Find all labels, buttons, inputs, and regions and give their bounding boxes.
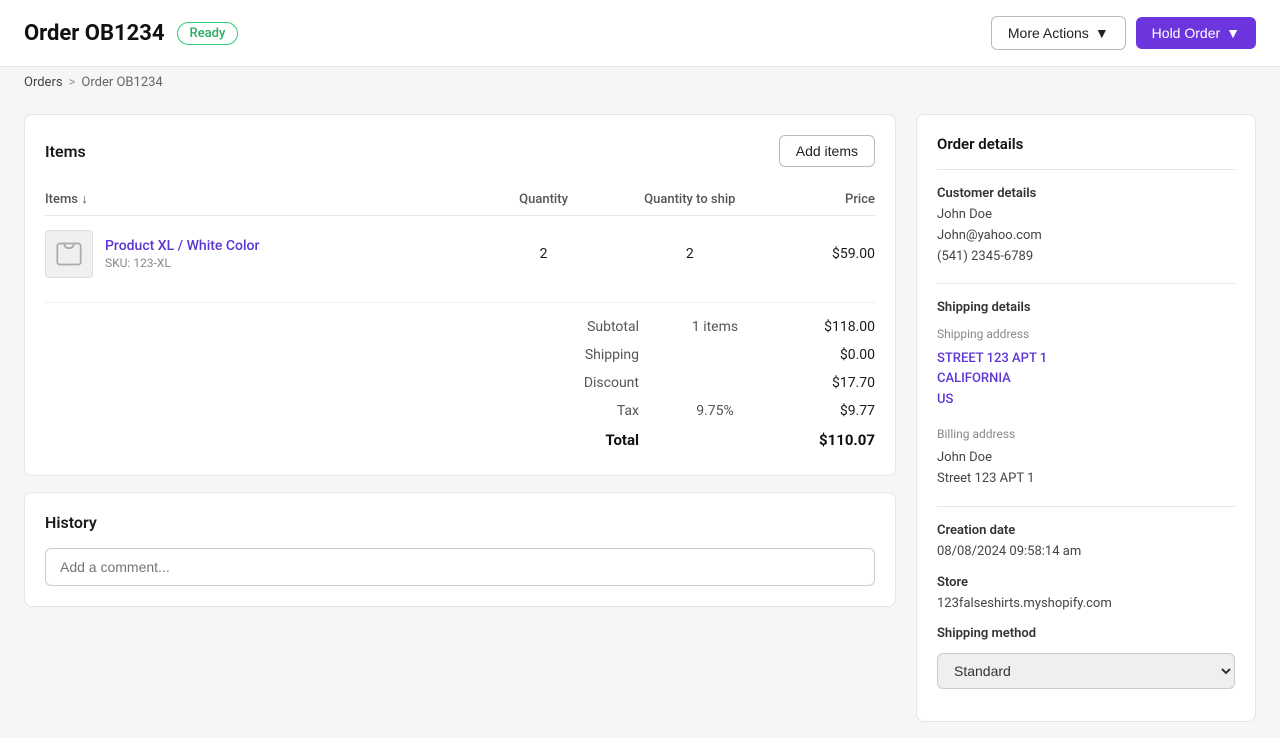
shipping-method-group: Shipping method Standard Express — [937, 626, 1235, 689]
billing-name: John Doe — [937, 448, 1235, 469]
shipping-label: Shipping — [495, 347, 655, 363]
discount-middle — [655, 375, 775, 391]
billing-address-group: Billing address John Doe Street 123 APT … — [937, 425, 1235, 490]
product-quantity-to-ship: 2 — [594, 216, 785, 293]
total-value: $110.07 — [775, 431, 875, 449]
totals-section: Subtotal 1 items $118.00 Shipping $0.00 … — [45, 302, 875, 455]
breadcrumb-current: Order OB1234 — [81, 75, 162, 90]
tax-row: Tax 9.75% $9.77 — [45, 397, 875, 425]
items-card-title: Items — [45, 142, 86, 161]
customer-details-title: Customer details — [937, 186, 1235, 201]
store-group: Store 123falseshirts.myshopify.com — [937, 575, 1235, 615]
left-panel: Items Add items Items ↓ Quantity Quantit… — [24, 114, 896, 722]
subtotal-label: Subtotal — [495, 319, 655, 335]
tax-label: Tax — [495, 403, 655, 419]
shipping-address-label: Shipping address — [937, 325, 1235, 344]
product-sku: SKU: 123-XL — [105, 256, 259, 270]
history-title: History — [45, 513, 875, 532]
col-quantity: Quantity — [493, 183, 595, 216]
subtotal-qty: 1 items — [655, 319, 775, 335]
discount-value: $17.70 — [775, 375, 875, 391]
store-label: Store — [937, 575, 1235, 590]
subtotal-value: $118.00 — [775, 319, 875, 335]
subtotal-row: Subtotal 1 items $118.00 — [45, 313, 875, 341]
hold-order-label: Hold Order — [1152, 25, 1220, 41]
total-row: Total $110.07 — [45, 425, 875, 455]
items-card-header: Items Add items — [45, 135, 875, 167]
creation-date-group: Creation date 08/08/2024 09:58:14 am — [937, 523, 1235, 563]
customer-name: John Doe — [937, 205, 1235, 226]
order-title-group: Order OB1234 Ready — [24, 21, 238, 46]
col-price: Price — [785, 183, 875, 216]
order-details-title: Order details — [937, 135, 1235, 153]
product-image — [45, 230, 93, 278]
col-quantity-to-ship: Quantity to ship — [594, 183, 785, 216]
add-items-button[interactable]: Add items — [779, 135, 875, 167]
more-actions-label: More Actions — [1008, 25, 1089, 41]
col-items: Items ↓ — [45, 183, 493, 216]
header-right: More Actions ▼ Hold Order ▼ — [991, 16, 1256, 50]
main-layout: Items Add items Items ↓ Quantity Quantit… — [0, 98, 1280, 738]
status-badge: Ready — [177, 22, 239, 45]
comment-input[interactable] — [45, 548, 875, 586]
shipping-value: $0.00 — [775, 347, 875, 363]
divider-shipping — [937, 506, 1235, 507]
breadcrumb: Orders > Order OB1234 — [0, 67, 1280, 98]
shipping-state[interactable]: CALIFORNIA — [937, 369, 1235, 390]
customer-email: John@yahoo.com — [937, 226, 1235, 247]
page-header: Order OB1234 Ready More Actions ▼ Hold O… — [0, 0, 1280, 67]
total-middle — [655, 431, 775, 449]
product-details: Product XL / White Color SKU: 123-XL — [105, 238, 259, 270]
page-title: Order OB1234 — [24, 21, 165, 46]
chevron-down-icon: ▼ — [1226, 25, 1240, 41]
creation-date-label: Creation date — [937, 523, 1235, 538]
shipping-middle — [655, 347, 775, 363]
customer-phone: (541) 2345-6789 — [937, 247, 1235, 268]
discount-label: Discount — [495, 375, 655, 391]
shipping-method-select[interactable]: Standard Express — [937, 653, 1235, 689]
shipping-row: Shipping $0.00 — [45, 341, 875, 369]
header-left: Order OB1234 Ready — [24, 21, 238, 46]
billing-street: Street 123 APT 1 — [937, 469, 1235, 490]
breadcrumb-orders-link[interactable]: Orders — [24, 75, 63, 90]
sort-icon: ↓ — [81, 192, 88, 207]
total-label: Total — [495, 431, 655, 449]
shipping-country[interactable]: US — [937, 390, 1235, 411]
shipping-details-title: Shipping details — [937, 300, 1235, 315]
store-value: 123falseshirts.myshopify.com — [937, 594, 1235, 615]
shipping-details-group: Shipping details Shipping address STREET… — [937, 300, 1235, 489]
shipping-method-label: Shipping method — [937, 626, 1235, 641]
tax-rate: 9.75% — [655, 403, 775, 419]
order-details-panel: Order details Customer details John Doe … — [916, 114, 1256, 722]
items-table-header: Items ↓ Quantity Quantity to ship Price — [45, 183, 875, 216]
creation-date-value: 08/08/2024 09:58:14 am — [937, 542, 1235, 563]
product-name-link[interactable]: Product XL / White Color — [105, 238, 259, 254]
shipping-address-group: Shipping address STREET 123 APT 1 CALIFO… — [937, 325, 1235, 411]
history-card: History — [24, 492, 896, 607]
items-table: Items ↓ Quantity Quantity to ship Price — [45, 183, 875, 292]
product-cell: Product XL / White Color SKU: 123-XL — [45, 216, 493, 293]
more-actions-button[interactable]: More Actions ▼ — [991, 16, 1126, 50]
breadcrumb-separator: > — [69, 75, 76, 90]
product-quantity: 2 — [493, 216, 595, 293]
divider-customer — [937, 283, 1235, 284]
discount-row: Discount $17.70 — [45, 369, 875, 397]
shipping-street[interactable]: STREET 123 APT 1 — [937, 349, 1235, 370]
product-info: Product XL / White Color SKU: 123-XL — [45, 230, 493, 278]
divider-top — [937, 169, 1235, 170]
hold-order-button[interactable]: Hold Order ▼ — [1136, 17, 1256, 49]
items-card: Items Add items Items ↓ Quantity Quantit… — [24, 114, 896, 476]
chevron-down-icon: ▼ — [1095, 25, 1109, 41]
customer-details-group: Customer details John Doe John@yahoo.com… — [937, 186, 1235, 267]
billing-address-label: Billing address — [937, 425, 1235, 444]
product-price: $59.00 — [785, 216, 875, 293]
table-row: Product XL / White Color SKU: 123-XL 2 2… — [45, 216, 875, 293]
tax-value: $9.77 — [775, 403, 875, 419]
